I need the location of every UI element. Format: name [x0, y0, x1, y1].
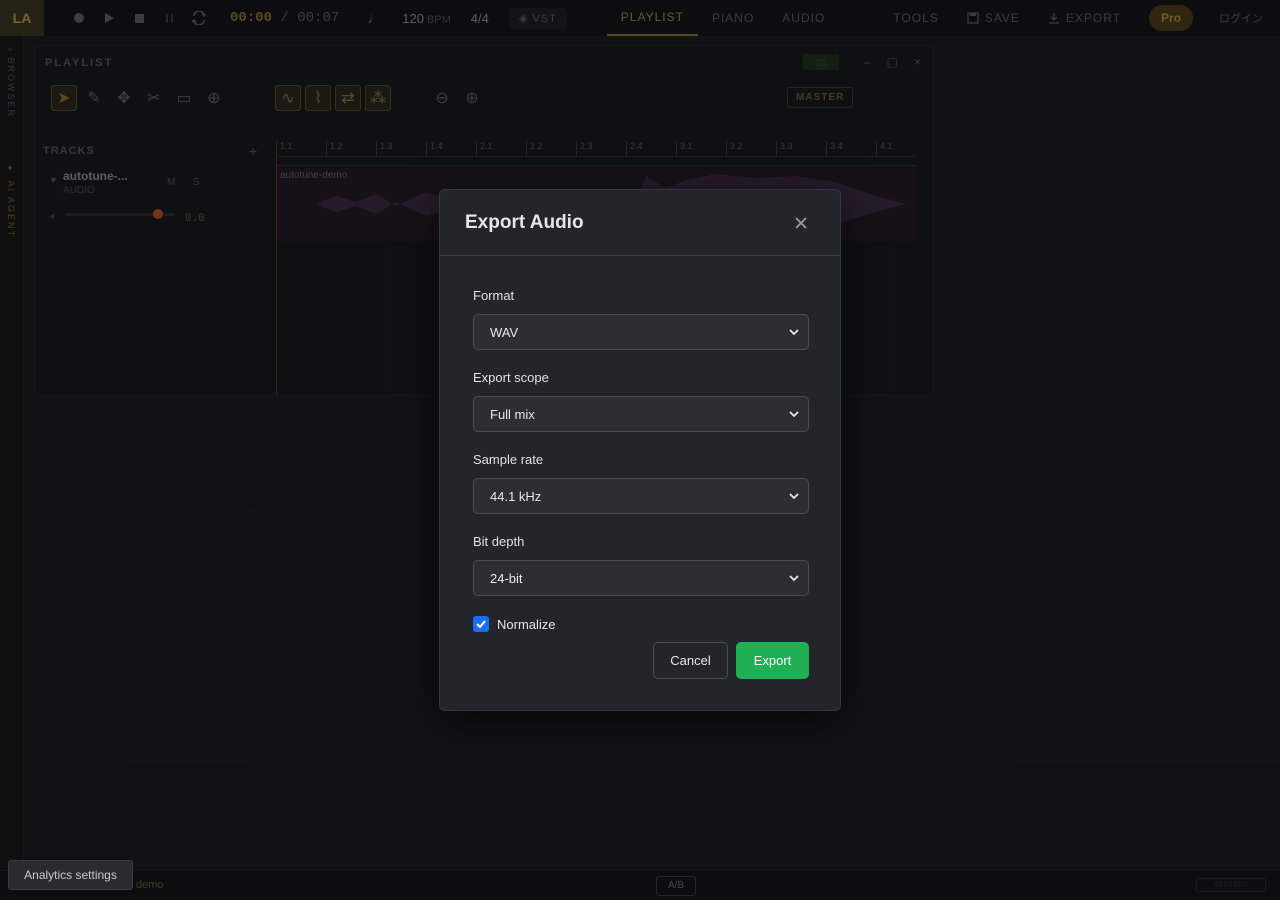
normalize-row: Normalize: [473, 616, 809, 632]
format-label: Format: [473, 288, 515, 303]
format-value: WAV: [490, 324, 519, 340]
export-button[interactable]: Export: [736, 642, 809, 679]
bit-depth-select[interactable]: 24-bit: [473, 560, 809, 596]
chevron-down-icon: [789, 493, 799, 500]
export-scope-field: Export scope Full mix: [473, 370, 809, 432]
chevron-down-icon: [789, 575, 799, 582]
sample-rate-field: Sample rate 44.1 kHz: [473, 452, 809, 514]
format-field: Format WAV: [473, 288, 809, 350]
sample-rate-label: Sample rate: [473, 452, 544, 467]
bit-depth-field: Bit depth 24-bit: [473, 534, 809, 596]
sample-rate-select[interactable]: 44.1 kHz: [473, 478, 809, 514]
chevron-down-icon: [789, 329, 799, 336]
chevron-down-icon: [789, 411, 799, 418]
close-icon[interactable]: [792, 214, 810, 232]
export-scope-select[interactable]: Full mix: [473, 396, 809, 432]
normalize-checkbox[interactable]: [473, 616, 489, 632]
analytics-settings-button[interactable]: Analytics settings: [8, 860, 133, 890]
dialog-body: Format WAV Export scope Full mix Sample …: [473, 288, 809, 632]
bit-depth-value: 24-bit: [490, 570, 523, 586]
normalize-label[interactable]: Normalize: [497, 617, 556, 632]
sample-rate-value: 44.1 kHz: [490, 488, 542, 504]
dialog-title: Export Audio: [465, 212, 584, 233]
export-scope-value: Full mix: [490, 406, 535, 422]
export-scope-label: Export scope: [473, 370, 549, 385]
checkmark-icon: [476, 620, 486, 629]
export-audio-dialog: Export Audio Format WAV Export scope Ful…: [439, 189, 841, 711]
cancel-button[interactable]: Cancel: [653, 642, 728, 679]
format-select[interactable]: WAV: [473, 314, 809, 350]
bit-depth-label: Bit depth: [473, 534, 525, 549]
dialog-header: Export Audio: [440, 190, 840, 256]
